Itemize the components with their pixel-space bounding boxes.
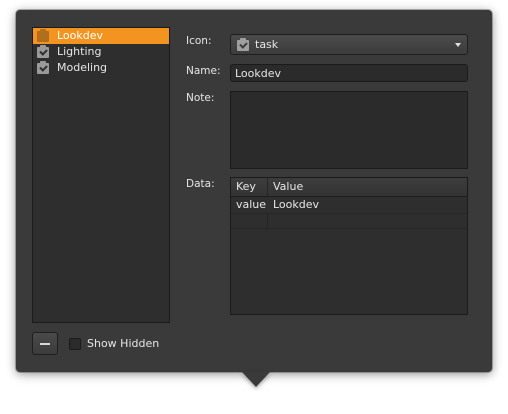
icon-label: Icon: [186, 35, 212, 47]
column-header-value[interactable]: Value [268, 178, 467, 196]
icon-dropdown[interactable]: task [230, 34, 468, 55]
show-hidden-label: Show Hidden [87, 337, 160, 350]
empty-cell [231, 214, 268, 228]
list-item-modeling[interactable]: Modeling [33, 60, 169, 76]
cell-value[interactable]: Lookdev [268, 197, 467, 213]
popover-arrow [242, 372, 270, 387]
chevron-down-icon [455, 43, 461, 47]
task-icon [37, 61, 49, 74]
context-list[interactable]: Lookdev Lighting Modeling [32, 27, 170, 323]
empty-cell [268, 214, 467, 228]
task-icon [237, 37, 249, 51]
minus-icon [40, 343, 50, 345]
task-icon [37, 29, 49, 42]
note-label: Note: [186, 92, 215, 104]
column-header-key[interactable]: Key [231, 178, 268, 196]
name-field[interactable] [230, 64, 468, 82]
table-new-row[interactable] [231, 213, 467, 229]
icon-dropdown-value: task [255, 38, 279, 51]
list-item-label: Modeling [57, 61, 108, 74]
edit-contexts-popover: Lookdev Lighting Modeling Show Hidden Ic… [16, 10, 492, 372]
list-item-label: Lighting [57, 45, 102, 58]
remove-button[interactable] [32, 332, 58, 355]
name-label: Name: [186, 65, 221, 77]
data-table[interactable]: Key Value value Lookdev [230, 177, 468, 315]
list-item-lighting[interactable]: Lighting [33, 44, 169, 60]
table-row[interactable]: value Lookdev [231, 197, 467, 213]
table-header: Key Value [231, 178, 467, 197]
list-item-label: Lookdev [57, 29, 104, 42]
cell-key[interactable]: value [231, 197, 268, 213]
note-field[interactable] [230, 91, 468, 169]
list-item-lookdev[interactable]: Lookdev [33, 28, 169, 44]
show-hidden-checkbox[interactable] [69, 338, 81, 350]
task-icon [37, 45, 49, 58]
data-label: Data: [186, 178, 215, 190]
